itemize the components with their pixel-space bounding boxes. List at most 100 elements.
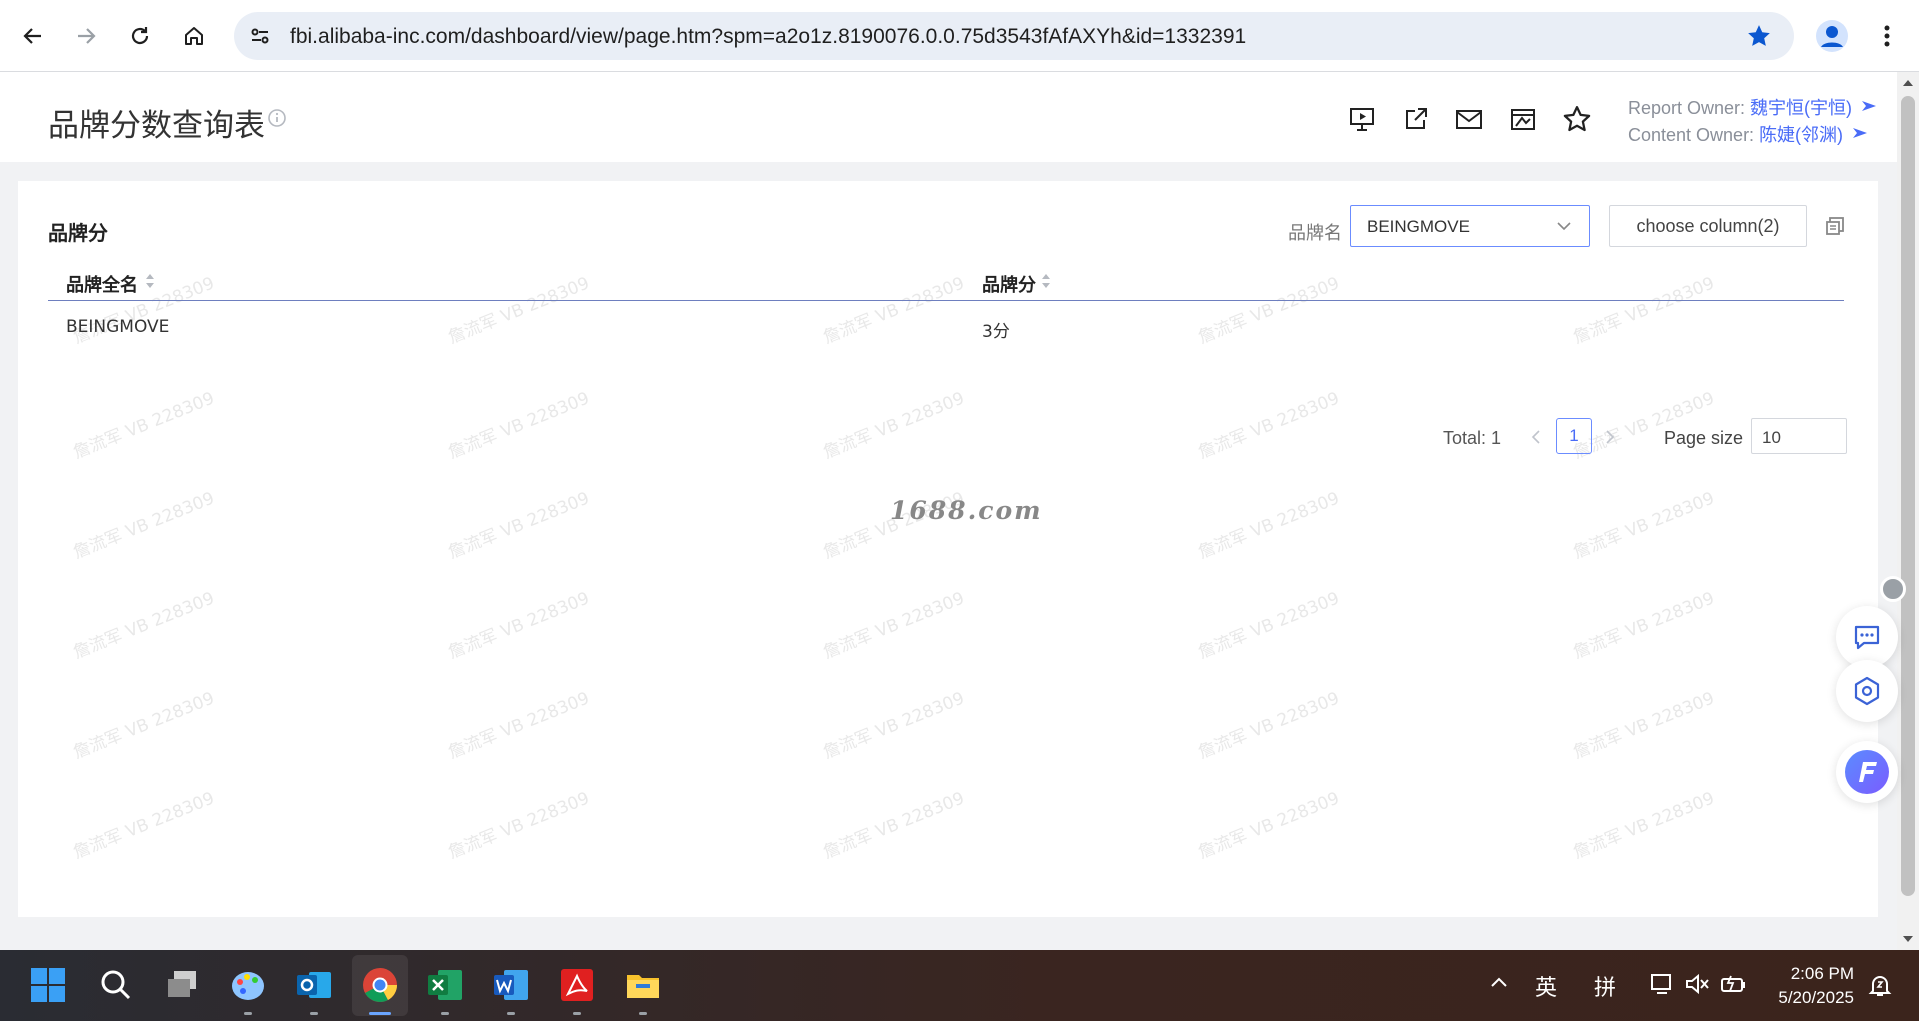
clock-date: 5/20/2025 bbox=[1778, 988, 1854, 1007]
taskbar-app-outlook[interactable] bbox=[293, 964, 335, 1006]
pagination-next-button[interactable] bbox=[1602, 427, 1618, 452]
watermark: 詹流军 VB 228309 bbox=[445, 488, 593, 564]
report-owner-name[interactable]: 魏宇恒(宇恒) bbox=[1750, 98, 1852, 118]
home-button[interactable] bbox=[176, 18, 212, 54]
windows-logo-icon bbox=[31, 968, 65, 1002]
site-watermark: 1688.com bbox=[890, 496, 1043, 525]
pagination-page-1[interactable]: 1 bbox=[1556, 418, 1592, 454]
back-button[interactable] bbox=[15, 18, 51, 54]
table-row: BEINGMOVE 3分 bbox=[48, 301, 1844, 351]
excel-icon bbox=[428, 970, 462, 1000]
pdf-reader-icon bbox=[561, 969, 593, 1001]
taskbar-app-excel[interactable] bbox=[424, 964, 466, 1006]
taskbar-app-file-explorer[interactable] bbox=[622, 964, 664, 1006]
sort-icon[interactable] bbox=[144, 272, 156, 295]
info-icon[interactable] bbox=[267, 108, 287, 133]
content-owner-name[interactable]: 陈婕(邻渊) bbox=[1759, 125, 1843, 145]
cell-brand-name: BEINGMOVE bbox=[66, 317, 170, 337]
alert-button[interactable] bbox=[1506, 102, 1540, 136]
taskbar-app-chrome[interactable] bbox=[359, 964, 401, 1006]
bookmark-star-icon[interactable] bbox=[1746, 23, 1772, 54]
page-size-value: 10 bbox=[1762, 428, 1781, 447]
task-view-button[interactable] bbox=[161, 964, 203, 1006]
scroll-up-icon[interactable] bbox=[1902, 78, 1914, 88]
send-message-icon[interactable] bbox=[1861, 99, 1877, 120]
collapse-float-button[interactable] bbox=[1880, 576, 1906, 602]
windows-taskbar: 英 拼 2:06 PM 5/20/2025 bbox=[0, 950, 1919, 1021]
column-header-brand-name[interactable]: 品牌全名 bbox=[66, 271, 138, 297]
ime-mode-indicator[interactable]: 拼 bbox=[1594, 970, 1616, 1002]
watermark: 詹流军 VB 228309 bbox=[1195, 588, 1343, 664]
table-header: 品牌全名 品牌分 bbox=[48, 259, 1844, 301]
chevron-down-icon bbox=[1555, 217, 1573, 240]
watermark: 詹流军 VB 228309 bbox=[1195, 488, 1343, 564]
open-new-window-button[interactable] bbox=[1399, 102, 1433, 136]
watermark: 詹流军 VB 228309 bbox=[820, 788, 968, 864]
settings-float-button[interactable] bbox=[1836, 660, 1898, 722]
arrow-right-icon bbox=[78, 28, 96, 44]
reload-icon bbox=[131, 27, 149, 45]
brand-filter-select[interactable]: BEINGMOVE bbox=[1350, 205, 1590, 247]
word-icon bbox=[494, 970, 528, 1000]
watermark: 詹流军 VB 228309 bbox=[820, 588, 968, 664]
scroll-down-icon[interactable] bbox=[1902, 934, 1914, 944]
presentation-button[interactable] bbox=[1345, 102, 1379, 136]
export-icon[interactable] bbox=[1824, 215, 1846, 242]
watermark: 詹流军 VB 228309 bbox=[445, 688, 593, 764]
pagination-total: Total: 1 bbox=[1443, 428, 1502, 448]
email-subscribe-button[interactable] bbox=[1452, 102, 1486, 136]
brand-filter-value: BEINGMOVE bbox=[1367, 217, 1470, 236]
dashboard-header: 品牌分数查询表 Report Owner: 魏宇恒(宇恒) Content Ow… bbox=[0, 72, 1900, 162]
start-button[interactable] bbox=[27, 964, 69, 1006]
show-hidden-icons-chevron-icon[interactable] bbox=[1488, 972, 1510, 999]
send-message-icon[interactable] bbox=[1852, 126, 1868, 147]
column-header-brand-score[interactable]: 品牌分 bbox=[982, 271, 1036, 297]
battery-icon[interactable] bbox=[1719, 971, 1747, 1002]
choose-column-button[interactable]: choose column(2) bbox=[1609, 205, 1807, 247]
pagination-prev-button[interactable] bbox=[1528, 427, 1544, 452]
assistant-button[interactable] bbox=[1836, 741, 1898, 803]
sort-icon[interactable] bbox=[1040, 272, 1052, 295]
page-content: 品牌分数查询表 Report Owner: 魏宇恒(宇恒) Content Ow… bbox=[0, 72, 1900, 950]
watermark: 詹流军 VB 228309 bbox=[820, 388, 968, 464]
system-clock[interactable]: 2:06 PM 5/20/2025 bbox=[1770, 962, 1854, 1010]
feedback-button[interactable] bbox=[1836, 606, 1898, 668]
paint-palette-icon bbox=[232, 972, 264, 1000]
assistant-logo-icon bbox=[1845, 750, 1889, 794]
site-settings-icon[interactable] bbox=[248, 24, 272, 53]
chat-bubble-icon bbox=[1854, 625, 1880, 650]
search-button[interactable] bbox=[95, 964, 137, 1006]
browser-toolbar: fbi.alibaba-inc.com/dashboard/view/page.… bbox=[0, 0, 1919, 72]
search-icon bbox=[101, 970, 131, 1000]
arrow-left-icon bbox=[23, 28, 41, 44]
address-bar[interactable]: fbi.alibaba-inc.com/dashboard/view/page.… bbox=[234, 12, 1794, 60]
watermark: 詹流军 VB 228309 bbox=[1195, 388, 1343, 464]
url-text[interactable]: fbi.alibaba-inc.com/dashboard/view/page.… bbox=[290, 25, 1246, 49]
notification-bell-icon[interactable] bbox=[1866, 971, 1894, 1004]
watermark: 詹流军 VB 228309 bbox=[1570, 788, 1718, 864]
ime-language-indicator[interactable]: 英 bbox=[1535, 970, 1557, 1002]
external-link-icon bbox=[1406, 108, 1427, 129]
profile-avatar[interactable] bbox=[1814, 18, 1850, 59]
page-scrollbar[interactable] bbox=[1897, 72, 1919, 950]
page-size-input[interactable]: 10 bbox=[1751, 418, 1847, 454]
watermark: 詹流军 VB 228309 bbox=[1570, 488, 1718, 564]
network-icon[interactable] bbox=[1649, 971, 1675, 1002]
taskbar-app-paint[interactable] bbox=[227, 964, 269, 1006]
presentation-icon bbox=[1350, 108, 1374, 131]
watermark: 詹流军 VB 228309 bbox=[1195, 688, 1343, 764]
task-view-icon bbox=[168, 971, 196, 997]
taskbar-app-word[interactable] bbox=[490, 964, 532, 1006]
reload-button[interactable] bbox=[122, 18, 158, 54]
favorite-button[interactable] bbox=[1560, 102, 1594, 136]
taskbar-app-acrobat[interactable] bbox=[556, 964, 598, 1006]
scrollbar-thumb[interactable] bbox=[1901, 96, 1915, 896]
watermark: 詹流军 VB 228309 bbox=[445, 388, 593, 464]
running-indicator bbox=[639, 1012, 647, 1015]
page-title: 品牌分数查询表 bbox=[48, 108, 265, 144]
browser-menu-button[interactable] bbox=[1869, 18, 1905, 59]
forward-button[interactable] bbox=[68, 18, 104, 54]
volume-muted-icon[interactable] bbox=[1684, 971, 1710, 1002]
running-indicator bbox=[441, 1012, 449, 1015]
watermark: 詹流军 VB 228309 bbox=[70, 788, 218, 864]
